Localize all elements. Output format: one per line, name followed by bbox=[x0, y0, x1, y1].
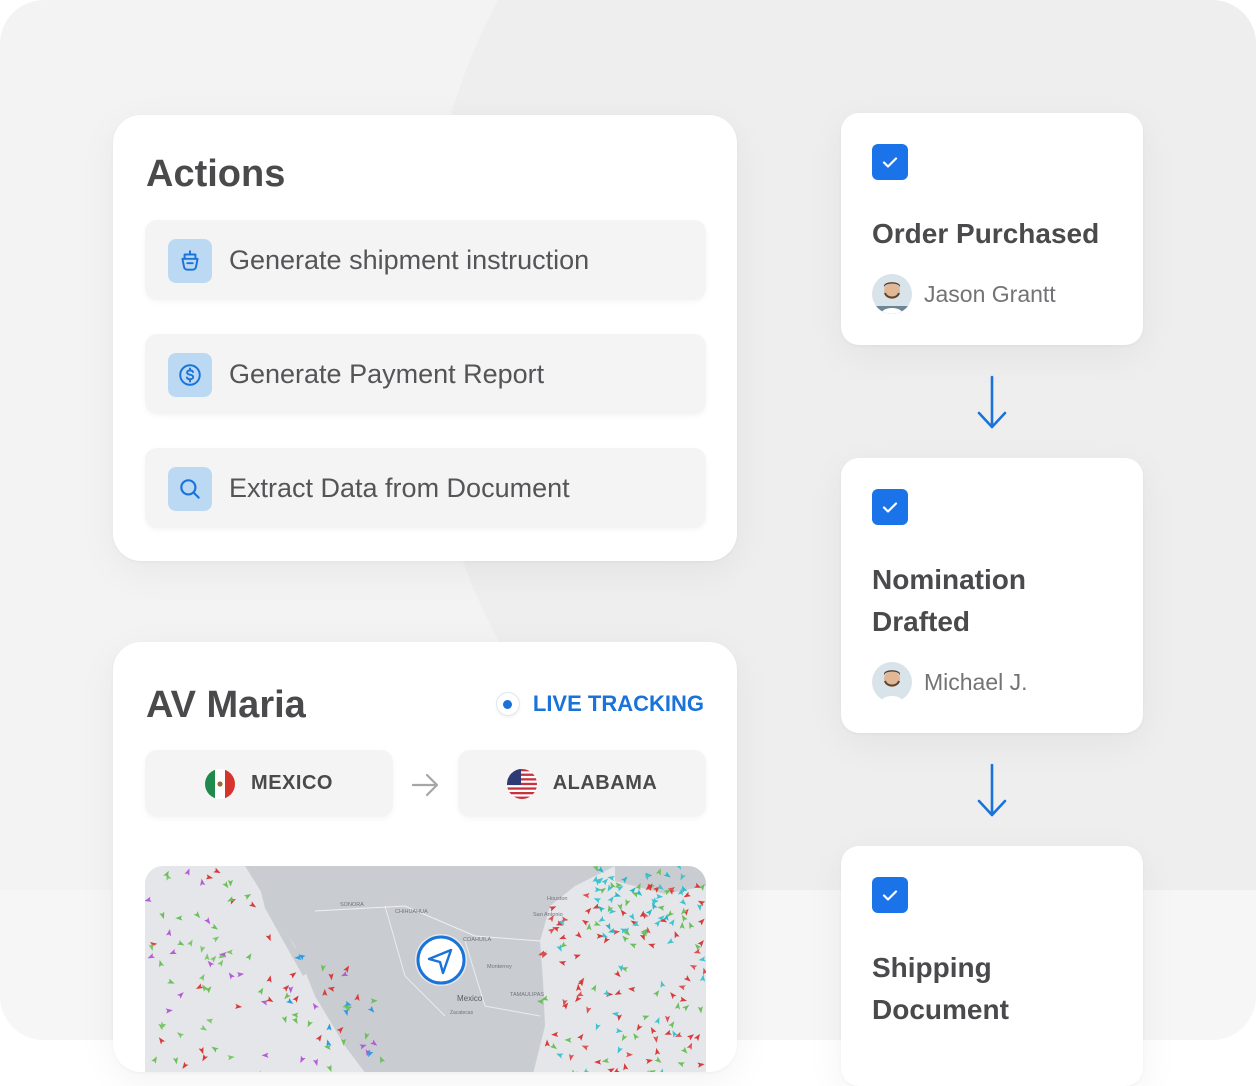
action-extract-data-from-document[interactable]: Extract Data from Document bbox=[145, 448, 706, 528]
map-canvas: Mexico SONORA CHIHUAHUA COAHUILA Monterr… bbox=[145, 866, 706, 1072]
checkbox-checked-icon[interactable] bbox=[872, 877, 908, 913]
dollar-circle-icon bbox=[168, 353, 212, 397]
action-label: Generate Payment Report bbox=[229, 359, 545, 389]
workflow-step-nomination-drafted: Nomination Drafted Michael J. bbox=[841, 458, 1143, 733]
step-assignee: Jason Grantt bbox=[872, 274, 1056, 314]
map-label: Monterrey bbox=[487, 964, 512, 970]
live-indicator-icon bbox=[496, 693, 519, 715]
checkbox-checked-icon[interactable] bbox=[872, 489, 908, 525]
route-origin[interactable]: MEXICO bbox=[145, 750, 393, 817]
action-label: Generate shipment instruction bbox=[229, 245, 590, 275]
map-label: TAMAULIPAS bbox=[510, 992, 544, 998]
map-label: Houston bbox=[547, 896, 568, 902]
workflow-step-shipping-document: Shipping Document bbox=[841, 846, 1143, 1086]
destination-label: ALABAMA bbox=[552, 772, 658, 794]
arrow-right-icon bbox=[411, 773, 439, 797]
map-label-mexico: Mexico bbox=[457, 994, 483, 1003]
step-assignee: Michael J. bbox=[872, 662, 1028, 702]
arrow-down-icon bbox=[977, 375, 1007, 429]
assignee-name: Michael J. bbox=[924, 668, 1028, 695]
step-title: Order Purchased bbox=[872, 218, 1100, 249]
actions-card: Actions Generate shipment instruction Ge… bbox=[113, 115, 737, 561]
origin-label: MEXICO bbox=[251, 772, 333, 794]
action-generate-payment-report[interactable]: Generate Payment Report bbox=[145, 334, 706, 414]
actions-heading: Actions bbox=[146, 153, 286, 195]
checkbox-checked-icon[interactable] bbox=[872, 144, 908, 180]
arrow-down-icon bbox=[977, 763, 1007, 817]
map-label: Zacatecas bbox=[450, 1010, 474, 1016]
workflow-step-order-purchased: Order Purchased Jason Grantt bbox=[841, 113, 1143, 345]
live-tracking-toggle[interactable]: LIVE TRACKING bbox=[496, 691, 704, 717]
map-label: SONORA bbox=[340, 902, 364, 908]
map-label: San Antonio bbox=[533, 912, 563, 918]
mexico-flag-icon bbox=[205, 768, 236, 799]
avatar bbox=[872, 662, 912, 702]
search-icon bbox=[168, 467, 212, 511]
action-generate-shipment-instruction[interactable]: Generate shipment instruction bbox=[145, 220, 706, 300]
map-label: COAHUILA bbox=[463, 937, 491, 943]
vessel-name: AV Maria bbox=[146, 684, 306, 726]
vessel-tracking-card: AV Maria LIVE TRACKING MEXICO ALABAMA Me… bbox=[113, 642, 737, 1072]
step-title: Nomination Drafted bbox=[872, 564, 1026, 637]
usa-flag-icon bbox=[506, 768, 537, 799]
step-title: Shipping Document bbox=[872, 952, 1009, 1025]
tracking-map[interactable]: Mexico SONORA CHIHUAHUA COAHUILA Monterr… bbox=[145, 866, 706, 1072]
assignee-name: Jason Grantt bbox=[924, 280, 1056, 307]
action-label: Extract Data from Document bbox=[229, 473, 570, 503]
ship-icon bbox=[168, 239, 212, 283]
live-tracking-label: LIVE TRACKING bbox=[532, 691, 704, 716]
map-label: CHIHUAHUA bbox=[395, 909, 428, 915]
route-destination[interactable]: ALABAMA bbox=[458, 750, 706, 817]
avatar bbox=[872, 274, 912, 314]
